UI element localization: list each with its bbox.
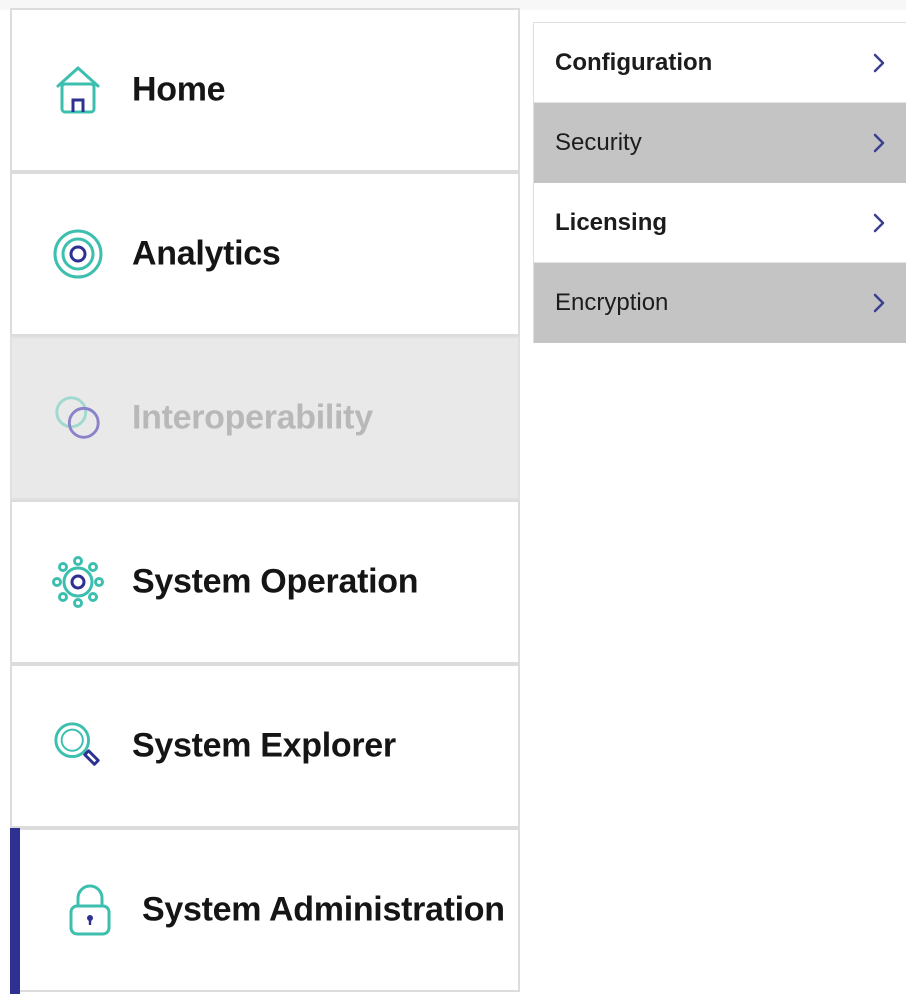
gear-icon [52,554,104,610]
submenu-item-security[interactable]: Security [534,103,906,183]
nav-item-label: Home [132,70,226,109]
lock-icon [64,882,116,938]
submenu-item-label: Licensing [555,208,668,236]
nav-item-label: Analytics [132,234,281,273]
submenu: Configuration Security Licensing Encrypt… [533,22,906,343]
nav-item-analytics[interactable]: Analytics [10,172,520,336]
magnifier-icon [52,718,104,774]
nav-item-label: System Explorer [132,726,396,765]
chevron-right-icon [873,293,885,313]
chevron-right-icon [873,213,885,232]
nav-item-home[interactable]: Home [10,8,520,172]
submenu-item-configuration[interactable]: Configuration [534,23,906,103]
submenu-item-licensing[interactable]: Licensing [534,183,906,263]
submenu-item-label: Configuration [555,48,713,76]
home-icon [52,62,104,118]
submenu-item-encryption[interactable]: Encryption [534,263,906,343]
linked-rings-icon [52,390,104,446]
nav-item-system-administration[interactable]: System Administration [10,828,520,994]
chevron-right-icon [873,133,885,153]
submenu-item-label: Encryption [555,289,669,316]
nav-item-interoperability: Interoperability [10,336,520,500]
nav-item-label: System Operation [132,562,419,601]
chevron-right-icon [873,53,885,72]
submenu-item-label: Security [555,129,642,156]
nav-item-label: Interoperability [132,398,373,437]
nav-item-system-explorer[interactable]: System Explorer [10,664,520,828]
target-icon [52,226,104,282]
active-indicator [10,828,20,994]
nav-item-system-operation[interactable]: System Operation [10,500,520,664]
nav-item-label: System Administration [142,890,505,929]
